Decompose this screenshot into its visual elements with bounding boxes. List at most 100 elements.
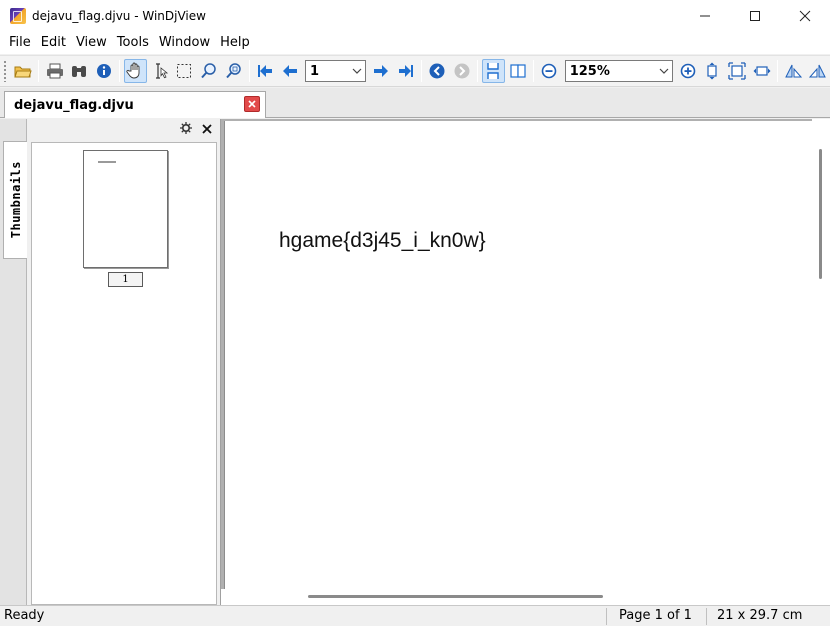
next-page-icon (374, 65, 389, 77)
sidebar-tab-rail: Thumbnails (0, 119, 27, 605)
zoom-out-button[interactable] (538, 59, 562, 83)
status-page-size: 21 x 29.7 cm (717, 608, 803, 623)
minimize-button[interactable] (680, 0, 730, 32)
page-number-combo[interactable]: 1 (304, 60, 366, 82)
document-page[interactable]: hgame{d3j45_i_kn0w} (224, 121, 812, 589)
fit-width-button[interactable] (750, 59, 774, 83)
menu-tools[interactable]: Tools (112, 32, 154, 54)
page-number-value: 1 (309, 63, 319, 79)
open-button[interactable] (11, 59, 35, 83)
print-button[interactable] (43, 59, 67, 83)
toolbar-separator (248, 60, 250, 82)
document-view: hgame{d3j45_i_kn0w} (221, 119, 830, 605)
close-window-button[interactable] (780, 0, 830, 32)
zoom-rect-button[interactable] (222, 59, 246, 83)
menu-help[interactable]: Help (215, 32, 255, 54)
tab-label: dejavu_flag.djvu (14, 97, 134, 113)
zoom-in-button[interactable] (676, 59, 700, 83)
previous-page-icon (282, 65, 297, 77)
horizontal-scroll-thumb[interactable] (308, 595, 603, 598)
fit-width-icon (753, 66, 771, 76)
status-text: Ready (4, 608, 45, 623)
windjview-app-icon (10, 8, 26, 24)
rotate-right-button[interactable] (806, 59, 830, 83)
rotate-left-icon (785, 64, 803, 78)
zoom-rect-icon (225, 63, 241, 79)
window-controls (680, 0, 830, 32)
next-page-button[interactable] (369, 59, 393, 83)
tab-dejavu-flag[interactable]: dejavu_flag.djvu (4, 91, 266, 118)
hand-tool-button[interactable] (123, 59, 148, 83)
zoom-in-icon (680, 63, 696, 79)
close-icon (799, 10, 811, 22)
thumbnails-list: 1 (31, 142, 217, 605)
document-info-button[interactable] (92, 59, 116, 83)
rotate-right-icon (808, 64, 826, 78)
page-thumbnail[interactable] (83, 150, 168, 268)
select-area-button[interactable] (173, 59, 197, 83)
menu-file[interactable]: File (4, 32, 36, 54)
fit-height-button[interactable] (701, 59, 725, 83)
tab-thumbnails[interactable]: Thumbnails (3, 141, 27, 259)
binoculars-icon (72, 66, 87, 77)
first-page-button[interactable] (253, 59, 277, 83)
settings-button[interactable] (180, 122, 192, 138)
panel-header (27, 119, 220, 141)
first-page-icon (258, 65, 273, 77)
page-text: hgame{d3j45_i_kn0w} (279, 229, 486, 252)
status-bar: Ready Page 1 of 1 21 x 29.7 cm (0, 605, 830, 626)
forward-button[interactable] (450, 59, 474, 83)
toolbar: 1 125% (0, 55, 830, 87)
menu-window[interactable]: Window (154, 32, 215, 54)
back-circle-icon (429, 63, 445, 79)
back-button[interactable] (425, 59, 449, 83)
previous-page-button[interactable] (278, 59, 302, 83)
select-text-button[interactable] (148, 59, 172, 83)
maximize-button[interactable] (730, 0, 780, 32)
last-page-button[interactable] (394, 59, 418, 83)
rotate-left-button[interactable] (781, 59, 805, 83)
zoom-tool-button[interactable] (197, 59, 221, 83)
zoom-icon (201, 63, 216, 79)
thumbnail-text-line (98, 161, 116, 163)
thumbnails-tab-label: Thumbnails (8, 161, 23, 239)
fit-height-icon (707, 62, 718, 80)
toolbar-separator (776, 60, 778, 82)
maximize-icon (750, 11, 760, 21)
continuous-layout-button[interactable] (481, 59, 506, 83)
zoom-out-icon (542, 63, 557, 79)
text-cursor-icon (155, 63, 169, 79)
menu-edit[interactable]: Edit (36, 32, 71, 54)
hand-icon (126, 62, 140, 79)
gear-icon (180, 122, 192, 134)
toolbar-separator (420, 60, 422, 82)
vertical-scroll-thumb[interactable] (819, 149, 822, 279)
thumbnail-page-number: 1 (108, 272, 143, 287)
fit-page-button[interactable] (725, 59, 749, 83)
minimize-icon (700, 15, 710, 17)
vertical-scrollbar[interactable] (812, 119, 830, 589)
last-page-icon (398, 65, 413, 77)
menu-bar: File Edit View Tools Window Help (0, 32, 830, 54)
close-panel-button[interactable] (202, 123, 212, 138)
zoom-combo[interactable]: 125% (564, 60, 673, 82)
continuous-pages-icon (487, 63, 500, 79)
toolbar-separator (38, 60, 40, 82)
facing-pages-button[interactable] (506, 59, 530, 83)
info-icon (96, 64, 111, 78)
title-bar: dejavu_flag.djvu - WinDjView (0, 0, 830, 32)
close-icon (248, 100, 256, 108)
close-tab-button[interactable] (244, 96, 260, 112)
horizontal-scrollbar[interactable] (221, 589, 830, 605)
document-tab-strip: dejavu_flag.djvu (0, 88, 830, 118)
status-divider (706, 608, 707, 625)
zoom-value: 125% (569, 63, 610, 79)
menu-view[interactable]: View (71, 32, 112, 54)
chevron-down-icon (659, 66, 669, 76)
find-button[interactable] (68, 59, 92, 83)
toolbar-separator (477, 60, 479, 82)
window-title: dejavu_flag.djvu - WinDjView (32, 9, 206, 23)
toolbar-separator (533, 60, 535, 82)
toolbar-separator (119, 60, 121, 82)
toolbar-grip[interactable] (3, 60, 7, 82)
